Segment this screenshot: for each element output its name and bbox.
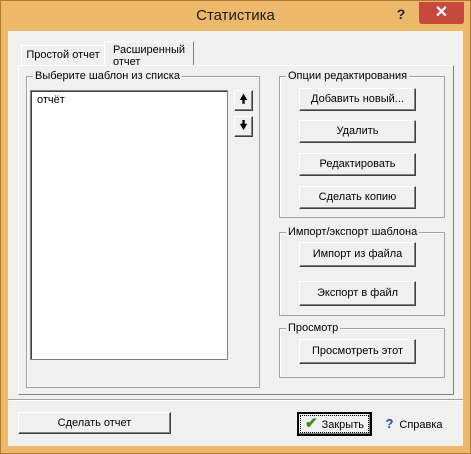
preview-group: Просмотр Просмотреть этот	[279, 322, 445, 378]
view-this-button[interactable]: Просмотреть этот	[299, 339, 416, 364]
template-list-group: Выберите шаблон из списка отчёт 🠝 🠟	[26, 70, 260, 388]
help-icon[interactable]: ?	[387, 4, 415, 24]
footer-separator	[8, 399, 463, 401]
checkmark-icon: ✔	[305, 415, 318, 432]
template-list-legend: Выберите шаблон из списка	[33, 70, 182, 82]
edit-options-group: Опции редактирования Добавить новый... У…	[279, 70, 445, 218]
tab-simple-report[interactable]: Простой отчет	[21, 45, 105, 66]
title-bar[interactable]: Статистика ? ✕	[1, 1, 470, 31]
import-from-file-button[interactable]: Импорт из файла	[299, 242, 416, 267]
preview-legend: Просмотр	[286, 322, 341, 334]
make-copy-button[interactable]: Сделать копию	[299, 186, 416, 209]
question-mark-icon: ?	[385, 416, 394, 431]
dialog-client-area: Простой отчет Расширенный отчет Выберите…	[8, 31, 463, 446]
move-up-button[interactable]: 🠝	[234, 90, 253, 111]
make-report-button[interactable]: Сделать отчет	[18, 412, 171, 434]
edit-button[interactable]: Редактировать	[299, 153, 416, 176]
help-button-label: Справка	[399, 419, 443, 431]
close-icon[interactable]: ✕	[419, 2, 464, 24]
close-button[interactable]: ✔ Закрыть	[297, 412, 372, 436]
template-listbox[interactable]: отчёт	[30, 90, 228, 360]
close-button-label: Закрыть	[321, 419, 364, 431]
import-export-legend: Импорт/экспорт шаблона	[286, 226, 420, 238]
arrow-down-icon: 🠟	[239, 118, 248, 132]
tab-extended-report[interactable]: Расширенный отчет	[104, 41, 194, 68]
list-item[interactable]: отчёт	[37, 94, 65, 106]
add-new-button[interactable]: Добавить новый...	[299, 88, 416, 111]
move-down-button[interactable]: 🠟	[234, 116, 253, 137]
arrow-up-icon: 🠝	[239, 92, 248, 106]
edit-options-legend: Опции редактирования	[286, 70, 410, 82]
import-export-group: Импорт/экспорт шаблона Импорт из файла Э…	[279, 226, 445, 316]
help-button[interactable]: ? Справка	[375, 412, 453, 436]
export-to-file-button[interactable]: Экспорт в файл	[299, 281, 416, 306]
extended-report-panel: Выберите шаблон из списка отчёт 🠝 🠟 Опци…	[18, 65, 454, 395]
delete-button[interactable]: Удалить	[299, 120, 416, 143]
statistics-window: Статистика ? ✕ Простой отчет Расширенный…	[0, 0, 471, 454]
